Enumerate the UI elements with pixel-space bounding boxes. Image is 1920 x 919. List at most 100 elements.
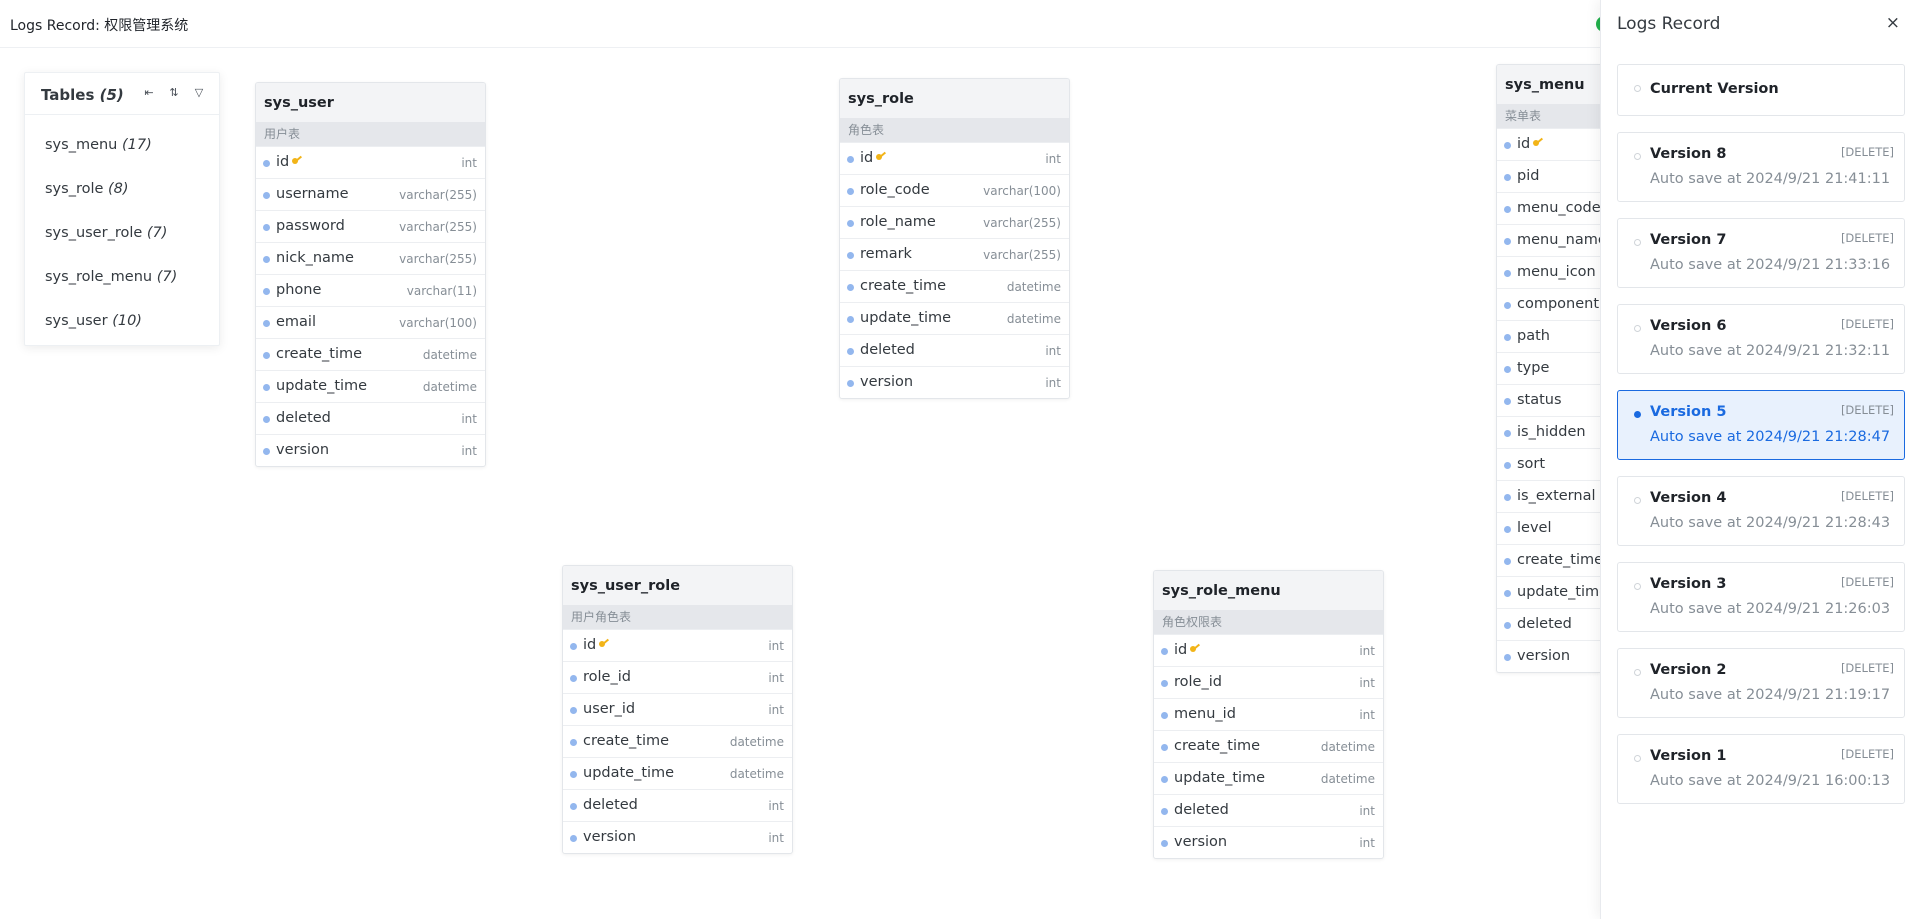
field-dot-icon	[1161, 840, 1168, 847]
version-card[interactable]: Version 3 [DELETE] Auto save at 2024/9/21 …	[1617, 562, 1905, 632]
er-field-row[interactable]: deleted	[1497, 608, 1600, 640]
er-field-row[interactable]: create_time datetime	[1154, 730, 1383, 762]
er-field-row[interactable]: menu_name	[1497, 224, 1600, 256]
er-field-row[interactable]: nick_name varchar(255)	[256, 242, 485, 274]
field-dot-icon	[847, 284, 854, 291]
sort-icon[interactable]: ⇅	[168, 86, 180, 100]
er-field-row[interactable]: pid	[1497, 160, 1600, 192]
tables-list-item[interactable]: sys_role_menu (7)	[25, 255, 219, 299]
er-field-row[interactable]: menu_icon	[1497, 256, 1600, 288]
er-field-row[interactable]: phone varchar(11)	[256, 274, 485, 306]
version-radio-icon	[1634, 755, 1641, 762]
version-card[interactable]: Version 5 [DELETE] Auto save at 2024/9/21 …	[1617, 390, 1905, 460]
er-field-row[interactable]: version int	[1154, 826, 1383, 858]
field-name: create_time	[1517, 552, 1600, 568]
field-dot-icon	[1504, 174, 1511, 181]
er-field-row[interactable]: update_time datetime	[256, 370, 485, 402]
er-field-row[interactable]: deleted int	[1154, 794, 1383, 826]
field-type: datetime	[1006, 312, 1061, 326]
version-radio-icon	[1634, 153, 1641, 160]
er-table-sys-user-role[interactable]: sys_user_role 用户角色表 id int role_id int user_id…	[562, 565, 793, 854]
field-name-text: create_time	[1517, 552, 1600, 568]
field-type: int	[1359, 708, 1375, 722]
er-field-row[interactable]: username varchar(255)	[256, 178, 485, 210]
version-card[interactable]: Version 6 [DELETE] Auto save at 2024/9/21 …	[1617, 304, 1905, 374]
er-field-row[interactable]: update_time datetime	[563, 757, 792, 789]
field-name: create_time	[276, 346, 362, 362]
er-field-row[interactable]: role_code varchar(100)	[840, 174, 1069, 206]
er-field-row[interactable]: menu_id int	[1154, 698, 1383, 730]
tables-list-item[interactable]: sys_menu (17)	[25, 123, 219, 167]
er-field-row[interactable]: version	[1497, 640, 1600, 672]
er-field-row[interactable]: remark varchar(255)	[840, 238, 1069, 270]
er-field-row[interactable]: id int	[256, 146, 485, 178]
er-field-row[interactable]: component	[1497, 288, 1600, 320]
er-field-row[interactable]: deleted int	[563, 789, 792, 821]
er-field-row[interactable]: menu_code	[1497, 192, 1600, 224]
version-title: Version 2	[1650, 662, 1727, 678]
table-count: (17)	[121, 137, 152, 153]
version-card[interactable]: Version 2 [DELETE] Auto save at 2024/9/21 …	[1617, 648, 1905, 718]
er-field-row[interactable]: password varchar(255)	[256, 210, 485, 242]
er-field-row[interactable]: email varchar(100)	[256, 306, 485, 338]
version-card[interactable]: Version 8 [DELETE] Auto save at 2024/9/21 …	[1617, 132, 1905, 202]
er-field-row[interactable]: update_time datetime	[1154, 762, 1383, 794]
close-icon[interactable]: ×	[1886, 13, 1900, 33]
er-field-row[interactable]: role_id int	[563, 661, 792, 693]
field-type: datetime	[729, 735, 784, 749]
field-dot-icon	[1161, 712, 1168, 719]
field-name-text: sort	[1517, 456, 1546, 472]
field-name-text: deleted	[276, 410, 331, 426]
version-card[interactable]: Current Version	[1617, 64, 1905, 116]
er-table-sys-role-menu[interactable]: sys_role_menu 角色权限表 id int role_id int menu_id…	[1153, 570, 1384, 859]
er-field-row[interactable]: create_time datetime	[840, 270, 1069, 302]
er-field-row[interactable]: deleted int	[256, 402, 485, 434]
er-field-row[interactable]: create_time datetime	[563, 725, 792, 757]
field-type: int	[1359, 804, 1375, 818]
version-title: Version 5	[1650, 404, 1727, 420]
er-field-row[interactable]: id int	[563, 629, 792, 661]
field-dot-icon	[1504, 622, 1511, 629]
er-field-row[interactable]: deleted int	[840, 334, 1069, 366]
er-field-row[interactable]: version int	[563, 821, 792, 853]
er-field-row[interactable]: sort	[1497, 448, 1600, 480]
field-name: update_time	[1517, 584, 1600, 600]
er-field-row[interactable]: create_time datetime	[256, 338, 485, 370]
tables-list-item[interactable]: sys_user_role (7)	[25, 211, 219, 255]
er-field-row[interactable]: update_time datetime	[840, 302, 1069, 334]
table-name: sys_user	[45, 313, 108, 329]
tables-list-item[interactable]: sys_role (8)	[25, 167, 219, 211]
er-field-row[interactable]: is_external	[1497, 480, 1600, 512]
er-field-row[interactable]: version int	[840, 366, 1069, 398]
er-field-row[interactable]: is_hidden	[1497, 416, 1600, 448]
er-field-row[interactable]: level	[1497, 512, 1600, 544]
er-field-row[interactable]: type	[1497, 352, 1600, 384]
er-field-row[interactable]: path	[1497, 320, 1600, 352]
er-field-row[interactable]: id	[1497, 128, 1600, 160]
version-card[interactable]: Version 4 [DELETE] Auto save at 2024/9/21 …	[1617, 476, 1905, 546]
er-field-row[interactable]: status	[1497, 384, 1600, 416]
er-field-row[interactable]: role_name varchar(255)	[840, 206, 1069, 238]
er-table-sys-role[interactable]: sys_role 角色表 id int role_code varchar(100) rol…	[839, 78, 1070, 399]
er-field-row[interactable]: version int	[256, 434, 485, 466]
tables-panel-title: Tables (5)	[41, 86, 124, 104]
version-title: Version 6	[1650, 318, 1727, 334]
er-table-sys-menu[interactable]: sys_menu 菜单表 id pid menu_code menu_name menu_i…	[1496, 64, 1600, 673]
version-card[interactable]: Version 7 [DELETE] Auto save at 2024/9/21 …	[1617, 218, 1905, 288]
version-card[interactable]: Version 1 [DELETE] Auto save at 2024/9/21 …	[1617, 734, 1905, 804]
er-field-row[interactable]: id int	[840, 142, 1069, 174]
field-name-text: path	[1517, 328, 1550, 344]
field-name-text: role_id	[1174, 674, 1222, 690]
er-field-row[interactable]: user_id int	[563, 693, 792, 725]
er-field-row[interactable]: role_id int	[1154, 666, 1383, 698]
er-table-name: sys_role_menu	[1154, 571, 1383, 610]
collapse-left-icon[interactable]: ⇤	[143, 86, 155, 100]
filter-icon[interactable]: ▽	[193, 86, 205, 100]
field-type: int	[1045, 344, 1061, 358]
er-field-row[interactable]: update_time	[1497, 576, 1600, 608]
er-table-sys-user[interactable]: sys_user 用户表 id int username varchar(255) pass…	[255, 82, 486, 467]
er-field-row[interactable]: create_time	[1497, 544, 1600, 576]
field-dot-icon	[1504, 494, 1511, 501]
er-field-row[interactable]: id int	[1154, 634, 1383, 666]
tables-list-item[interactable]: sys_user (10)	[25, 299, 219, 343]
